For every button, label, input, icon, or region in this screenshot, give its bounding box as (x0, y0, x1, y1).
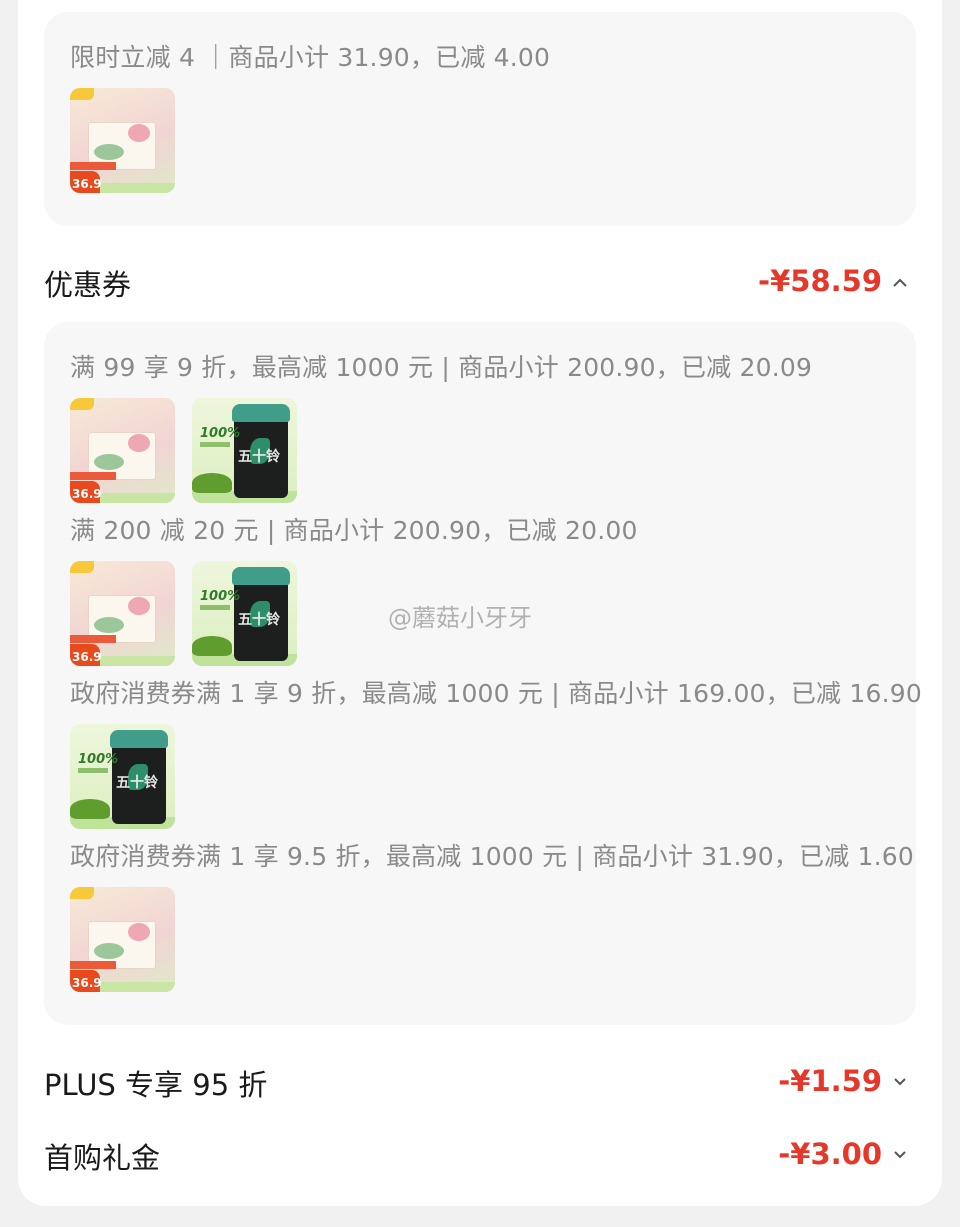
product-price-label: 36.9 (72, 650, 102, 664)
product-can-label: 五十铃 (238, 449, 280, 465)
product-percent-label: 100% (200, 426, 241, 441)
chevron-down-icon[interactable] (890, 1071, 910, 1091)
product-thumb-matcha-can[interactable]: 100% 五十铃 (192, 561, 297, 666)
watermark-text: @蘑菇小牙牙 (388, 604, 532, 632)
product-thumb-gift-box[interactable]: 36.9 (70, 398, 175, 503)
limited-discount-rule: 限时立减 4 ｜商品小计 31.90，已减 4.00 (70, 43, 551, 72)
first-purchase-title[interactable]: 首购礼金 (44, 1135, 160, 1177)
product-thumb-gift-box[interactable]: 36.9 (70, 887, 175, 992)
product-thumb-matcha-can[interactable]: 100% 五十铃 (192, 398, 297, 503)
product-price-label: 36.9 (72, 487, 102, 501)
product-price-label: 36.9 (72, 177, 102, 191)
plus-discount-title[interactable]: PLUS 专享 95 折 (44, 1062, 267, 1104)
first-purchase-amount[interactable]: -¥3.00 (778, 1137, 882, 1171)
coupon-rule-4: 政府消费券满 1 享 9.5 折，最高减 1000 元 | 商品小计 31.90… (70, 842, 915, 871)
product-percent-label: 100% (200, 589, 241, 604)
plus-discount-amount[interactable]: -¥1.59 (778, 1064, 882, 1098)
chevron-up-icon[interactable] (890, 273, 910, 293)
coupon-rule-1: 满 99 享 9 折，最高减 1000 元 | 商品小计 200.90，已减 2… (70, 353, 813, 382)
coupon-rule-2: 满 200 减 20 元 | 商品小计 200.90，已减 20.00 (70, 516, 638, 545)
product-percent-label: 100% (78, 752, 119, 767)
coupon-amount[interactable]: -¥58.59 (758, 264, 882, 298)
product-thumb-matcha-can[interactable]: 100% 五十铃 (70, 724, 175, 829)
product-can-label: 五十铃 (116, 775, 158, 791)
product-price-label: 36.9 (72, 976, 102, 990)
product-thumb-gift-box[interactable]: 36.9 (70, 88, 175, 193)
product-can-label: 五十铃 (238, 612, 280, 628)
product-thumb-gift-box[interactable]: 36.9 (70, 561, 175, 666)
chevron-down-icon[interactable] (890, 1144, 910, 1164)
coupon-title[interactable]: 优惠券 (44, 262, 131, 304)
coupon-rule-3: 政府消费券满 1 享 9 折，最高减 1000 元 | 商品小计 169.00，… (70, 679, 922, 708)
